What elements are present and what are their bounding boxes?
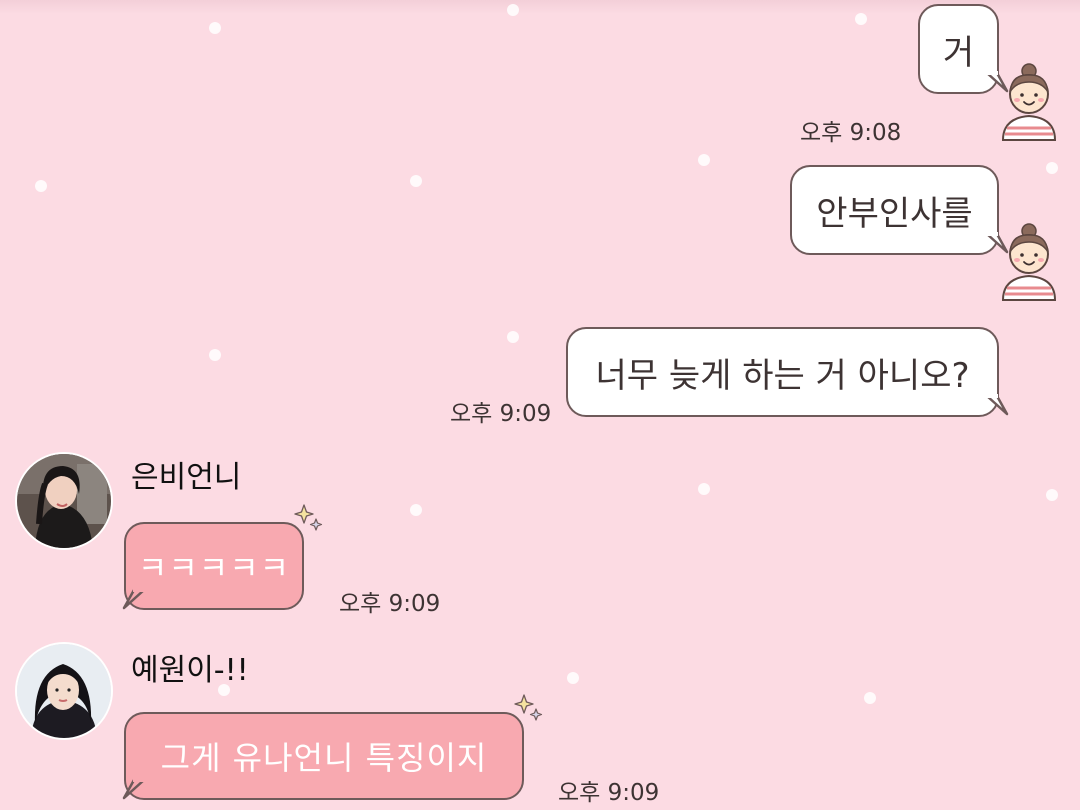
bg-dot bbox=[855, 13, 867, 25]
sender-name: 은비언니 bbox=[131, 460, 242, 495]
bg-dot bbox=[507, 4, 519, 16]
bg-dot bbox=[698, 483, 710, 495]
bg-dot bbox=[1046, 162, 1058, 174]
message-bubble[interactable]: 그게 유나언니 특징이지 bbox=[124, 712, 524, 800]
bg-dot bbox=[507, 331, 519, 343]
top-fade bbox=[0, 0, 1080, 14]
bubble-tail bbox=[987, 394, 1009, 416]
message-text: ㅋㅋㅋㅋㅋ bbox=[137, 549, 291, 587]
bg-dot bbox=[410, 175, 422, 187]
bg-dot bbox=[698, 154, 710, 166]
message-bubble[interactable]: 안부인사를 bbox=[790, 165, 999, 255]
sparkle-icon bbox=[514, 694, 543, 721]
profile-photo[interactable] bbox=[15, 452, 113, 550]
profile-photo[interactable] bbox=[15, 642, 113, 740]
bg-dot bbox=[209, 22, 221, 34]
sender-name: 예원이-!! bbox=[131, 653, 249, 688]
girl-character-icon bbox=[1001, 223, 1057, 301]
message-time: 오후 9:09 bbox=[339, 591, 441, 617]
message-bubble[interactable]: ㅋㅋㅋㅋㅋ bbox=[124, 522, 304, 610]
message-time: 오후 9:09 bbox=[558, 780, 660, 806]
bg-dot bbox=[567, 672, 579, 684]
message-time: 오후 9:09 bbox=[450, 401, 552, 427]
message-bubble[interactable]: 너무 늦게 하는 거 아니오? bbox=[566, 327, 999, 417]
sparkle-icon bbox=[294, 504, 323, 531]
message-text: 그게 유나언니 특징이지 bbox=[160, 739, 488, 777]
bubble-tail bbox=[122, 778, 144, 800]
message-text: 안부인사를 bbox=[816, 193, 973, 234]
message-text: 너무 늦게 하는 거 아니오? bbox=[595, 355, 970, 396]
message-time: 오후 9:08 bbox=[800, 120, 902, 146]
bg-dot bbox=[410, 504, 422, 516]
girl-character-icon bbox=[1001, 63, 1057, 141]
bg-dot bbox=[209, 349, 221, 361]
bg-dot bbox=[35, 180, 47, 192]
bg-dot bbox=[864, 692, 876, 704]
message-text: 거 bbox=[942, 32, 975, 73]
bubble-tail bbox=[122, 588, 144, 610]
bg-dot bbox=[1046, 489, 1058, 501]
